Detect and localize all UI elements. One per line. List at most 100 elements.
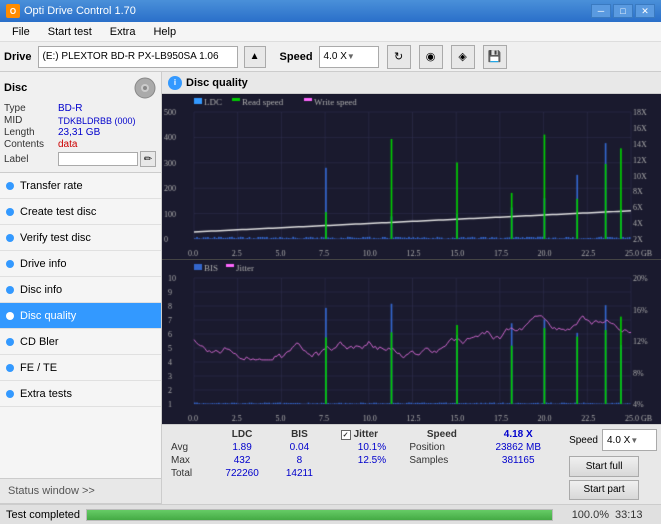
row-total-label: Total <box>168 467 211 480</box>
row-avg-jitter: 10.1% <box>338 441 407 454</box>
start-part-button[interactable]: Start part <box>569 480 639 501</box>
stats-table: LDC BIS ✓ Jitter Speed 4.18 X <box>162 425 565 504</box>
drive-bar: Drive (E:) PLEXTOR BD-R PX-LB950SA 1.06 … <box>0 42 661 72</box>
chart-top <box>162 94 661 260</box>
stats-speed-select[interactable]: 4.0 X ▼ <box>602 429 657 451</box>
contents-label: Contents <box>4 139 56 150</box>
row-total-ldc: 722260 <box>211 467 273 480</box>
nav-label-create-test-disc: Create test disc <box>20 206 96 218</box>
app-icon: O <box>6 4 20 18</box>
nav-bullet-cd-bler <box>6 338 14 346</box>
disc-label-input[interactable] <box>58 152 138 166</box>
samples-label: Samples <box>406 454 477 467</box>
label-edit-button[interactable]: ✏ <box>140 151 156 167</box>
speed-label: Speed <box>280 51 313 63</box>
nav-label-drive-info: Drive info <box>20 258 66 270</box>
col-bis: BIS <box>273 428 325 441</box>
col-speed-value: 4.18 X <box>477 428 559 441</box>
row-avg-label: Avg <box>168 441 211 454</box>
nav-bullet-verify-test-disc <box>6 234 14 242</box>
app-title: Opti Drive Control 1.70 <box>24 5 136 17</box>
minimize-button[interactable]: ─ <box>591 4 611 18</box>
samples-value: 381165 <box>477 454 559 467</box>
nav-bullet-create-test-disc <box>6 208 14 216</box>
disc-panel: Disc Type BD-R MID TDKBLDRBB (000) Lengt… <box>0 72 161 173</box>
refresh-button[interactable]: ↻ <box>387 45 411 69</box>
status-window-button[interactable]: Status window >> <box>0 478 161 504</box>
nav-drive-info[interactable]: Drive info <box>0 251 161 277</box>
row-max-label: Max <box>168 454 211 467</box>
window-controls: ─ □ ✕ <box>591 4 655 18</box>
menu-file[interactable]: File <box>4 25 38 39</box>
col-ldc: LDC <box>211 428 273 441</box>
jitter-checkbox[interactable]: ✓ <box>341 430 351 440</box>
close-button[interactable]: ✕ <box>635 4 655 18</box>
content-area: i Disc quality LDC <box>162 72 661 504</box>
menu-extra[interactable]: Extra <box>102 25 144 39</box>
speed-dropdown-arrow: ▼ <box>347 52 355 61</box>
row-total-bis: 14211 <box>273 467 325 480</box>
speed-select[interactable]: 4.0 X ▼ <box>319 46 379 68</box>
nav-label-disc-info: Disc info <box>20 284 62 296</box>
progress-fill <box>87 510 552 520</box>
nav-label-verify-test-disc: Verify test disc <box>20 232 91 244</box>
top-chart-canvas <box>162 94 661 259</box>
chart-bottom <box>162 260 661 424</box>
row-avg-ldc: 1.89 <box>211 441 273 454</box>
position-label: Position <box>406 441 477 454</box>
stats-speed-arrow: ▼ <box>630 436 638 445</box>
nav-disc-info[interactable]: Disc info <box>0 277 161 303</box>
mid-value: TDKBLDRBB (000) <box>58 116 136 126</box>
nav-create-test-disc[interactable]: Create test disc <box>0 199 161 225</box>
start-full-button[interactable]: Start full <box>569 456 639 477</box>
contents-value: data <box>58 139 77 150</box>
disc-quality-header: i Disc quality <box>162 72 661 94</box>
row-max-ldc: 432 <box>211 454 273 467</box>
row-max-jitter: 12.5% <box>338 454 407 467</box>
sidebar: Disc Type BD-R MID TDKBLDRBB (000) Lengt… <box>0 72 162 504</box>
col-jitter-label: Jitter <box>354 429 378 440</box>
save-button[interactable]: 💾 <box>483 45 507 69</box>
nav-disc-quality[interactable]: Disc quality <box>0 303 161 329</box>
progress-status-text: Test completed <box>6 509 80 521</box>
nav-bullet-transfer-rate <box>6 182 14 190</box>
nav-bullet-extra-tests <box>6 390 14 398</box>
menu-start-test[interactable]: Start test <box>40 25 100 39</box>
nav-bullet-disc-info <box>6 286 14 294</box>
nav-cd-bler[interactable]: CD Bler <box>0 329 161 355</box>
nav-label-extra-tests: Extra tests <box>20 388 72 400</box>
type-label: Type <box>4 103 56 114</box>
nav-fe-te[interactable]: FE / TE <box>0 355 161 381</box>
disc-label-label: Label <box>4 154 56 165</box>
col-jitter-header: ✓ Jitter <box>338 428 407 441</box>
progress-bar: Test completed 100.0% 33:13 <box>0 504 661 524</box>
menu-help[interactable]: Help <box>145 25 184 39</box>
col-speed: Speed <box>406 428 477 441</box>
nav-label-fe-te: FE / TE <box>20 362 57 374</box>
drive-label: Drive <box>4 51 32 63</box>
nav-verify-test-disc[interactable]: Verify test disc <box>0 225 161 251</box>
row-avg-bis: 0.04 <box>273 441 325 454</box>
drive-select[interactable]: (E:) PLEXTOR BD-R PX-LB950SA 1.06 <box>38 46 238 68</box>
title-bar: O Opti Drive Control 1.70 ─ □ ✕ <box>0 0 661 22</box>
nav-extra-tests[interactable]: Extra tests <box>0 381 161 407</box>
nav-transfer-rate[interactable]: Transfer rate <box>0 173 161 199</box>
bottom-chart-canvas <box>162 260 661 424</box>
disc-quality-icon: i <box>168 76 182 90</box>
nav-label-transfer-rate: Transfer rate <box>20 180 83 192</box>
option2-button[interactable]: ◈ <box>451 45 475 69</box>
eject-button[interactable]: ▲ <box>244 46 266 68</box>
row-max-bis: 8 <box>273 454 325 467</box>
option1-button[interactable]: ◉ <box>419 45 443 69</box>
menu-bar: File Start test Extra Help <box>0 22 661 42</box>
disc-panel-title: Disc <box>4 82 27 94</box>
type-value: BD-R <box>58 103 82 114</box>
position-value: 23862 MB <box>477 441 559 454</box>
stats-bar: LDC BIS ✓ Jitter Speed 4.18 X <box>162 424 661 504</box>
nav-label-cd-bler: CD Bler <box>20 336 59 348</box>
start-buttons: Speed 4.0 X ▼ Start full Start part <box>565 425 661 504</box>
progress-percent: 100.0% <box>559 509 609 521</box>
drive-select-value: (E:) PLEXTOR BD-R PX-LB950SA 1.06 <box>43 51 219 62</box>
nav-bullet-disc-quality <box>6 312 14 320</box>
maximize-button[interactable]: □ <box>613 4 633 18</box>
